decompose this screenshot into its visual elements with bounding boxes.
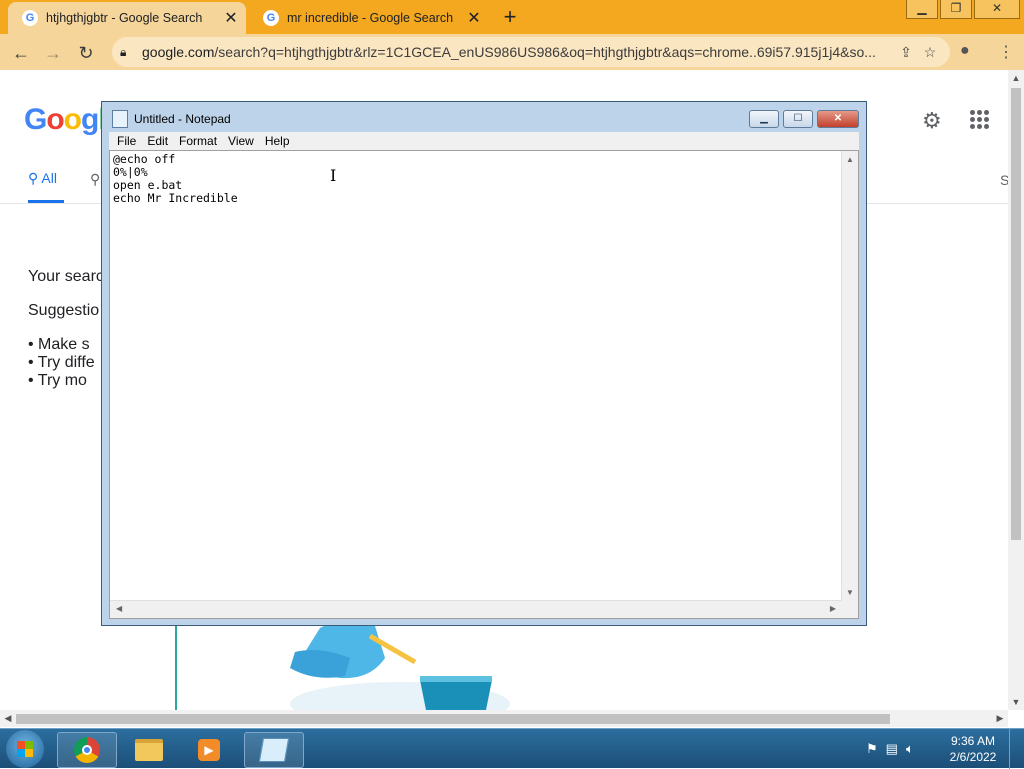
scroll-thumb[interactable]: [1011, 88, 1021, 540]
list-item: Try diffe: [28, 354, 95, 372]
location-pin-icon[interactable]: ⚲: [90, 171, 100, 188]
notepad-text-area[interactable]: @echo off 0%|0% open e.bat echo Mr Incre…: [109, 150, 859, 619]
logo-letter: o: [63, 103, 82, 136]
tab-close-icon[interactable]: ✕: [222, 8, 240, 28]
start-button[interactable]: [6, 730, 44, 768]
tab-mr-incredible[interactable]: G mr incredible - Google Search ✕: [249, 2, 489, 34]
scroll-right-icon[interactable]: ▶: [830, 604, 836, 613]
taskbar-media-player[interactable]: ▶: [179, 732, 239, 768]
close-window-button[interactable]: ✕: [974, 0, 1020, 19]
close-button[interactable]: ✕: [817, 110, 859, 128]
menu-view[interactable]: View: [228, 134, 254, 148]
menu-format[interactable]: Format: [179, 134, 217, 148]
menu-file[interactable]: File: [117, 134, 136, 148]
tab-title: mr incredible - Google Search: [287, 11, 454, 25]
browser-toolbar: ← → ↻ 🔒︎ google.com/search?q=htjhgthjgbt…: [0, 34, 1024, 70]
tab-htjhgthjgbtr[interactable]: G htjhgthjgbtr - Google Search ✕: [8, 2, 246, 34]
taskbar-notepad[interactable]: [244, 732, 304, 768]
notepad-window-controls: ▁ ☐ ✕: [745, 110, 859, 128]
reload-icon[interactable]: ↻: [75, 42, 97, 64]
scroll-up-icon[interactable]: ▲: [842, 155, 858, 164]
taskbar-chrome[interactable]: [57, 732, 117, 768]
address-bar[interactable]: 🔒︎ google.com/search?q=htjhgthjgbtr&rlz=…: [112, 37, 950, 67]
url-domain: google.com: [142, 44, 215, 60]
folder-icon: [135, 739, 163, 761]
scroll-right-icon[interactable]: ▶: [992, 710, 1008, 727]
url-text: google.com/search?q=htjhgthjgbtr&rlz=1C1…: [142, 44, 894, 60]
profile-icon[interactable]: ●: [960, 42, 970, 60]
taskbar-explorer[interactable]: [119, 732, 179, 768]
scroll-up-icon[interactable]: ▲: [1008, 70, 1024, 86]
page-horizontal-scrollbar[interactable]: ◀ ▶: [0, 710, 1008, 727]
menu-help[interactable]: Help: [265, 134, 290, 148]
clock-date: 2/6/2022: [949, 750, 997, 764]
network-icon[interactable]: ▤: [886, 741, 898, 757]
tab-close-icon[interactable]: ✕: [465, 8, 483, 28]
window-title: Untitled - Notepad: [134, 112, 231, 126]
window-controls: ▁ ❐ ✕: [904, 0, 1020, 19]
lock-icon: 🔒︎: [120, 44, 127, 59]
notepad-vertical-scrollbar[interactable]: ▲ ▼: [841, 151, 858, 601]
google-apps-icon[interactable]: [970, 110, 990, 129]
scroll-thumb[interactable]: [16, 714, 890, 724]
minimize-button[interactable]: ▁: [749, 110, 779, 128]
tab-all[interactable]: ⚲ All: [28, 170, 57, 187]
logo-letter: o: [46, 103, 64, 136]
bookmark-star-icon[interactable]: ☆: [918, 44, 942, 61]
google-logo[interactable]: Googl: [24, 103, 107, 137]
taskbar: ▶ ⚑ ▤ 🔈︎ 9:36 AM 2/6/2022: [0, 728, 1024, 769]
chrome-icon: [74, 737, 100, 763]
page-vertical-scrollbar[interactable]: ▲ ▼: [1008, 70, 1024, 710]
media-player-icon: ▶: [198, 739, 220, 761]
back-arrow-icon[interactable]: ←: [10, 42, 32, 64]
maximize-button[interactable]: ☐: [783, 110, 813, 128]
notepad-titlebar[interactable]: Untitled - Notepad: [112, 106, 231, 132]
google-favicon-icon: G: [263, 10, 279, 26]
notepad-window: Untitled - Notepad ▁ ☐ ✕ File Edit Forma…: [101, 101, 867, 626]
suggestions-list: Make s Try diffe Try mo: [28, 336, 95, 390]
clock-time: 9:36 AM: [950, 734, 996, 748]
new-tab-button[interactable]: +: [498, 5, 522, 29]
resize-grip-icon[interactable]: [842, 601, 858, 618]
scroll-down-icon[interactable]: ▼: [1008, 694, 1024, 710]
suggestions-heading: Suggestio: [28, 302, 100, 319]
volume-icon[interactable]: 🔈︎: [906, 741, 914, 757]
restore-button[interactable]: ❐: [940, 0, 972, 19]
forward-arrow-icon[interactable]: →: [42, 42, 64, 64]
notepad-icon: [258, 738, 290, 762]
share-icon[interactable]: ⇪: [894, 44, 918, 61]
notepad-horizontal-scrollbar[interactable]: ◀ ▶: [110, 600, 842, 618]
show-desktop-button[interactable]: [1009, 729, 1024, 769]
logo-letter: g: [81, 103, 99, 136]
minimize-button[interactable]: ▁: [906, 0, 938, 19]
no-results-message: Your searc: [28, 268, 104, 285]
tab-title: htjhgthjgbtr - Google Search: [46, 11, 203, 25]
tab-strip: G htjhgthjgbtr - Google Search ✕ G mr in…: [0, 0, 1024, 34]
notepad-menubar: File Edit Format View Help: [109, 132, 859, 150]
no-results-illustration: [175, 618, 510, 714]
windows-logo-icon: [17, 741, 33, 757]
logo-letter: G: [24, 103, 47, 136]
list-item: Make s: [28, 336, 95, 354]
settings-gear-icon[interactable]: ⚙: [922, 108, 942, 134]
notepad-icon: [112, 110, 128, 128]
list-item: Try mo: [28, 372, 95, 390]
scroll-left-icon[interactable]: ◀: [116, 604, 122, 613]
action-center-flag-icon[interactable]: ⚑: [866, 741, 878, 757]
google-favicon-icon: G: [22, 10, 38, 26]
scroll-down-icon[interactable]: ▼: [842, 588, 858, 597]
search-icon: ⚲: [28, 170, 39, 186]
text-cursor-icon: I: [330, 166, 337, 185]
system-tray: ⚑ ▤ 🔈︎: [866, 741, 922, 757]
scroll-left-icon[interactable]: ◀: [0, 710, 16, 727]
tab-all-label: All: [41, 170, 57, 186]
menu-kebab-icon[interactable]: ⋮: [998, 42, 1014, 62]
menu-edit[interactable]: Edit: [147, 134, 168, 148]
url-path: /search?q=htjhgthjgbtr&rlz=1C1GCEA_enUS9…: [214, 44, 876, 60]
clock[interactable]: 9:36 AM 2/6/2022: [944, 733, 1002, 765]
notepad-content[interactable]: @echo off 0%|0% open e.bat echo Mr Incre…: [113, 153, 238, 205]
